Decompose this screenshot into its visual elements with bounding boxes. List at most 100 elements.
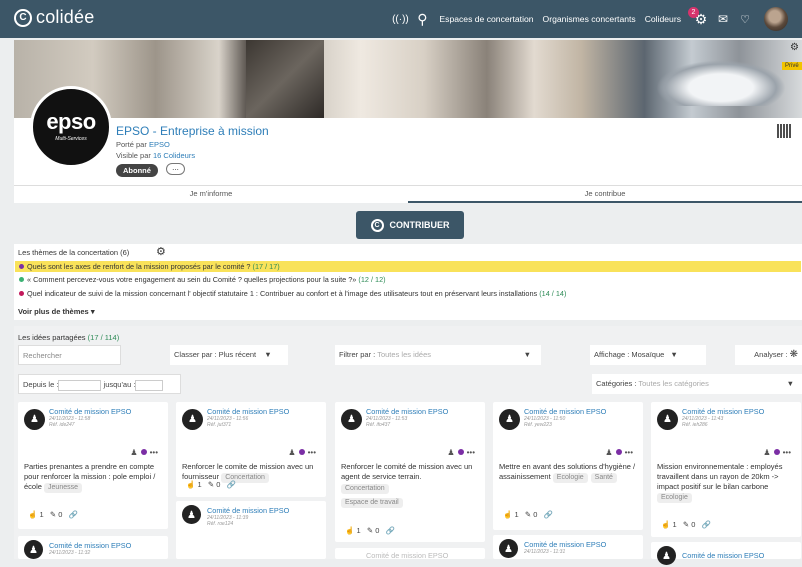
bell-icon[interactable]: ♡: [734, 13, 756, 26]
idea-card[interactable]: Comité de mission EPSO: [335, 548, 485, 560]
card-author[interactable]: Comité de mission EPSO: [524, 540, 606, 549]
card-author[interactable]: Comité de mission EPSO: [207, 506, 289, 515]
user-avatar[interactable]: [764, 7, 788, 31]
nav-link-espaces[interactable]: Espaces de concertation: [439, 14, 533, 24]
group-icon: ♟: [605, 448, 613, 457]
category-tag: Concertation: [341, 484, 389, 494]
contribuer-button[interactable]: C CONTRIBUER: [356, 211, 464, 239]
thumbs-up-icon[interactable]: ☝: [661, 520, 670, 529]
card-author[interactable]: Comité de mission EPSO: [49, 407, 131, 416]
link-icon[interactable]: 🔗: [227, 480, 236, 489]
edit-count: 0: [58, 510, 63, 519]
analyser-button[interactable]: Analyser : ❋: [735, 345, 802, 365]
idea-card[interactable]: ♟ Comité de mission EPSO 24/11/2023 - 11…: [493, 535, 643, 559]
end-date-input[interactable]: [135, 379, 164, 391]
theme-item[interactable]: Quel indicateur de suivi de la mission c…: [15, 288, 801, 299]
sort-select[interactable]: Classer par : Plus récent ▼: [170, 345, 288, 365]
search-icon[interactable]: ⚲: [411, 11, 433, 28]
start-date-input[interactable]: [58, 379, 102, 391]
author-avatar: ♟: [657, 546, 676, 565]
theme-text: Quel indicateur de suivi de la mission c…: [27, 289, 538, 298]
chevron-down-icon: ▼: [523, 350, 531, 359]
edit-icon[interactable]: ✎: [683, 520, 689, 529]
idea-card[interactable]: ♟ Comité de mission EPSO 24/11/2023 - 11…: [176, 501, 326, 559]
card-stats: ☝ 1 ✎ 0 🔗: [503, 510, 553, 519]
more-icon[interactable]: •••: [625, 448, 633, 457]
card-stats: ☝ 1 ✎ 0 🔗: [345, 526, 395, 535]
purple-dot-icon: [298, 449, 305, 455]
card-text: Mission environnementale : employés trav…: [657, 462, 797, 503]
idea-card[interactable]: ♟ Comité de mission EPSO 24/11/2023 - 11…: [335, 402, 485, 542]
edit-icon[interactable]: ✎: [208, 480, 214, 489]
thumbs-up-icon[interactable]: ☝: [503, 510, 512, 519]
porte-par-link[interactable]: EPSO: [149, 140, 170, 149]
more-icon[interactable]: •••: [308, 448, 316, 457]
display-mode-select[interactable]: Affichage : Mosaïque ▼: [590, 345, 706, 365]
mail-icon[interactable]: ✉: [712, 12, 734, 26]
theme-item[interactable]: Quels sont les axes de renfort de la mis…: [15, 261, 801, 272]
tab-je-minforme[interactable]: Je m'informe: [14, 186, 408, 203]
thumbs-up-icon[interactable]: ☝: [345, 526, 354, 535]
nav-link-organismes[interactable]: Organismes concertants: [543, 14, 636, 24]
card-author[interactable]: Comité de mission EPSO: [682, 407, 764, 416]
card-author[interactable]: Comité de mission EPSO: [524, 407, 606, 416]
theme-dot-icon: [19, 277, 24, 282]
link-icon[interactable]: 🔗: [386, 526, 395, 535]
settings-icon[interactable]: ⚙ 2: [688, 6, 712, 28]
purple-dot-icon: [615, 449, 622, 455]
link-icon[interactable]: 🔗: [69, 510, 78, 519]
theme-item[interactable]: « Comment percevez-vous votre engagement…: [15, 274, 801, 285]
card-actions: ♟ •••: [605, 448, 633, 457]
idea-card[interactable]: ♟ Comité de mission EPSO 24/11/2023 - 11…: [176, 402, 326, 497]
qr-code-icon[interactable]: [777, 124, 791, 138]
link-icon[interactable]: 🔗: [544, 510, 553, 519]
more-icon[interactable]: •••: [150, 448, 158, 457]
tab-je-contribue[interactable]: Je contribue: [408, 186, 802, 203]
idea-card[interactable]: ♟ Comité de mission EPSO 24/11/2023 - 11…: [18, 402, 168, 529]
voir-plus-themes-link[interactable]: Voir plus de thèmes ▾: [18, 307, 95, 316]
categories-select[interactable]: Catégories : Toutes les catégories ▼: [592, 374, 802, 394]
edit-icon[interactable]: ✎: [525, 510, 531, 519]
edit-icon[interactable]: ✎: [367, 526, 373, 535]
link-icon[interactable]: 🔗: [702, 520, 711, 529]
colidee-logo[interactable]: C colidée: [14, 7, 94, 28]
theme-text: « Comment percevez-vous votre engagement…: [27, 275, 357, 284]
caret-down-icon: ▾: [90, 307, 95, 316]
idea-card[interactable]: ♟ Comité de mission EPSO 24/11/2023 - 11…: [18, 536, 168, 559]
card-author[interactable]: Comité de mission EPSO: [366, 407, 448, 416]
idea-card[interactable]: ♟ Comité de mission EPSO 24/11/2023 - 11…: [651, 402, 801, 537]
edit-count: 0: [533, 510, 538, 519]
theme-count: (12 / 12): [358, 275, 386, 284]
ideas-title: Les idées partagées (17 / 114): [18, 333, 119, 342]
theme-count: (17 / 17): [252, 262, 280, 271]
top-navigation-bar: C colidée ((·)) ⚲ Espaces de concertatio…: [0, 0, 802, 38]
card-author[interactable]: Comité de mission EPSO: [49, 541, 131, 550]
idea-card[interactable]: ♟ Comité de mission EPSO 24/11/2023 - 11…: [493, 402, 643, 530]
more-icon[interactable]: •••: [783, 448, 791, 457]
themes-settings-icon[interactable]: ⚙: [156, 245, 166, 258]
idea-card[interactable]: ♟ Comité de mission EPSO: [651, 542, 801, 565]
banner-settings-icon[interactable]: ⚙: [790, 42, 799, 53]
edit-icon[interactable]: ✎: [50, 510, 56, 519]
more-options-button[interactable]: ...: [166, 163, 185, 175]
category-tag: Jeunesse: [44, 483, 82, 493]
analyser-label: Analyser :: [754, 350, 788, 359]
edit-count: 0: [216, 480, 221, 489]
ideas-title-label: Les idées partagées: [18, 333, 86, 342]
thumbs-up-icon[interactable]: ☝: [186, 480, 195, 489]
nav-link-colideurs[interactable]: Colideurs: [645, 14, 681, 24]
visible-par-link[interactable]: 16 Colideurs: [153, 151, 195, 160]
search-input[interactable]: Rechercher: [18, 345, 121, 365]
edit-count: 0: [375, 526, 380, 535]
author-avatar: ♟: [657, 409, 678, 430]
subscribed-button[interactable]: Abonné: [116, 164, 158, 177]
author-avatar: ♟: [341, 409, 362, 430]
purple-dot-icon: [457, 449, 464, 455]
thumbs-up-icon[interactable]: ☝: [28, 510, 37, 519]
more-icon[interactable]: •••: [467, 448, 475, 457]
card-author[interactable]: Comité de mission EPSO: [207, 407, 289, 416]
organization-name[interactable]: EPSO - Entreprise à mission: [116, 124, 269, 138]
filter-select[interactable]: Filtrer par : Toutes les idées ▼: [335, 345, 541, 365]
broadcast-icon[interactable]: ((·)): [389, 14, 411, 25]
chevron-down-icon: ▼: [786, 379, 794, 388]
